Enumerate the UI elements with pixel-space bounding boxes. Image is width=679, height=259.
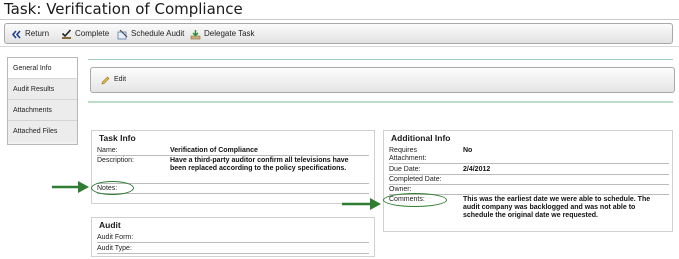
double-chevron-left-icon (11, 29, 22, 40)
return-button[interactable]: Return (11, 26, 49, 42)
name-label: Name: (97, 147, 118, 154)
comments-highlight-ellipse (383, 193, 447, 207)
delegate-icon (190, 29, 201, 40)
sidebar-tabs: General Info Audit Results Attachments A… (7, 57, 78, 145)
tab-attachments[interactable]: Attachments (8, 100, 77, 121)
delegate-task-label: Delegate Task (204, 29, 255, 38)
comments-arrow-icon (342, 198, 381, 210)
requires-attachment-label: Requires Attachment: (389, 147, 427, 162)
due-date-value: 2/4/2012 (463, 166, 491, 173)
complete-button[interactable]: Complete (61, 26, 109, 42)
requires-attachment-row: Requires Attachment: No (389, 147, 669, 164)
task-page: Task: Verification of Compliance Return … (0, 0, 679, 259)
tab-general-info[interactable]: General Info (8, 58, 77, 79)
task-info-title: Task Info (99, 133, 136, 143)
audit-form-row: Audit Form: (97, 234, 369, 243)
edit-button[interactable]: Edit (101, 73, 126, 87)
content-bottom-divider (88, 101, 673, 103)
complete-label: Complete (75, 29, 110, 38)
toolbar-divider (0, 46, 679, 47)
delegate-task-button[interactable]: Delegate Task (190, 26, 255, 42)
schedule-audit-label: Schedule Audit (131, 29, 185, 38)
completed-date-label: Completed Date: (389, 176, 442, 183)
tab-attached-files[interactable]: Attached Files (8, 121, 77, 142)
name-row: Name: Verification of Compliance (97, 147, 369, 156)
notes-arrow-icon (52, 181, 89, 193)
pencil-icon (101, 76, 110, 85)
notes-row: Notes: (97, 185, 369, 194)
description-value: Have a third-party auditor confirm all t… (170, 157, 349, 172)
edit-toolbar: Edit (90, 67, 675, 93)
title-divider (0, 19, 679, 20)
completed-date-row: Completed Date: (389, 176, 669, 185)
audit-type-row: Audit Type: (97, 245, 369, 254)
description-row: Description: Have a third-party auditor … (97, 157, 369, 184)
return-label: Return (25, 29, 50, 38)
page-title: Task: Verification of Compliance (4, 0, 243, 18)
comments-value: This was the earliest date we were able … (463, 196, 651, 219)
content-top-divider (88, 59, 673, 60)
description-label: Description: (97, 157, 134, 164)
task-toolbar: Return Complete Schedule Audit Delegate … (4, 23, 673, 44)
task-info-panel: Task Info Name: Verification of Complian… (91, 130, 375, 204)
additional-info-panel: Additional Info Requires Attachment: No … (383, 130, 673, 232)
edit-label: Edit (114, 76, 127, 83)
schedule-audit-button[interactable]: Schedule Audit (117, 26, 184, 42)
schedule-audit-icon (117, 29, 128, 40)
audit-title: Audit (99, 220, 121, 230)
requires-attachment-value: No (463, 147, 473, 154)
due-date-label: Due Date: (389, 166, 421, 173)
due-date-row: Due Date: 2/4/2012 (389, 166, 669, 175)
tab-audit-results[interactable]: Audit Results (8, 79, 77, 100)
audit-type-label: Audit Type: (97, 245, 132, 252)
checkmark-icon (61, 28, 72, 40)
audit-form-label: Audit Form: (97, 234, 134, 241)
notes-highlight-ellipse (91, 181, 134, 195)
audit-panel: Audit Audit Form: Audit Type: (91, 217, 375, 257)
name-value: Verification of Compliance (170, 147, 258, 154)
additional-info-title: Additional Info (391, 133, 451, 143)
